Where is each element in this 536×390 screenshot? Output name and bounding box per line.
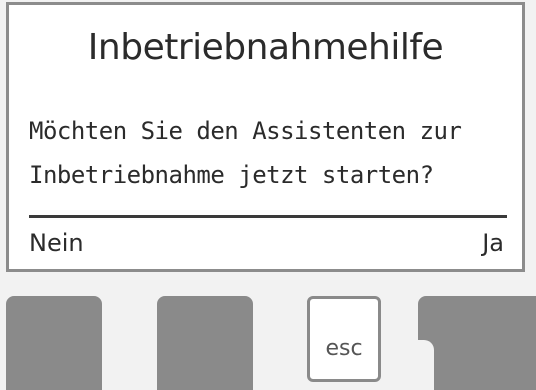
softkey-yes-label: Ja <box>482 229 504 257</box>
right-button[interactable] <box>418 296 536 390</box>
message-line-1: Möchten Sie den Assistenten zur <box>29 117 462 145</box>
display-screen: Inbetriebnahmehilfe Möchten Sie den Assi… <box>6 2 525 272</box>
esc-button-label: esc <box>325 336 363 361</box>
esc-button[interactable]: esc <box>307 296 381 382</box>
controller-device: Inbetriebnahmehilfe Möchten Sie den Assi… <box>0 0 536 390</box>
left-button[interactable] <box>6 296 102 390</box>
message-line-2: Inbetriebnahme jetzt starten? <box>29 161 434 189</box>
dialog-title: Inbetriebnahmehilfe <box>87 27 444 68</box>
dialog-message: Möchten Sie den Assistenten zur Inbetrie… <box>29 109 519 197</box>
right-button-notch <box>418 340 434 390</box>
softkey-no-label: Nein <box>29 229 84 257</box>
second-button[interactable] <box>157 296 253 390</box>
divider <box>29 215 507 218</box>
